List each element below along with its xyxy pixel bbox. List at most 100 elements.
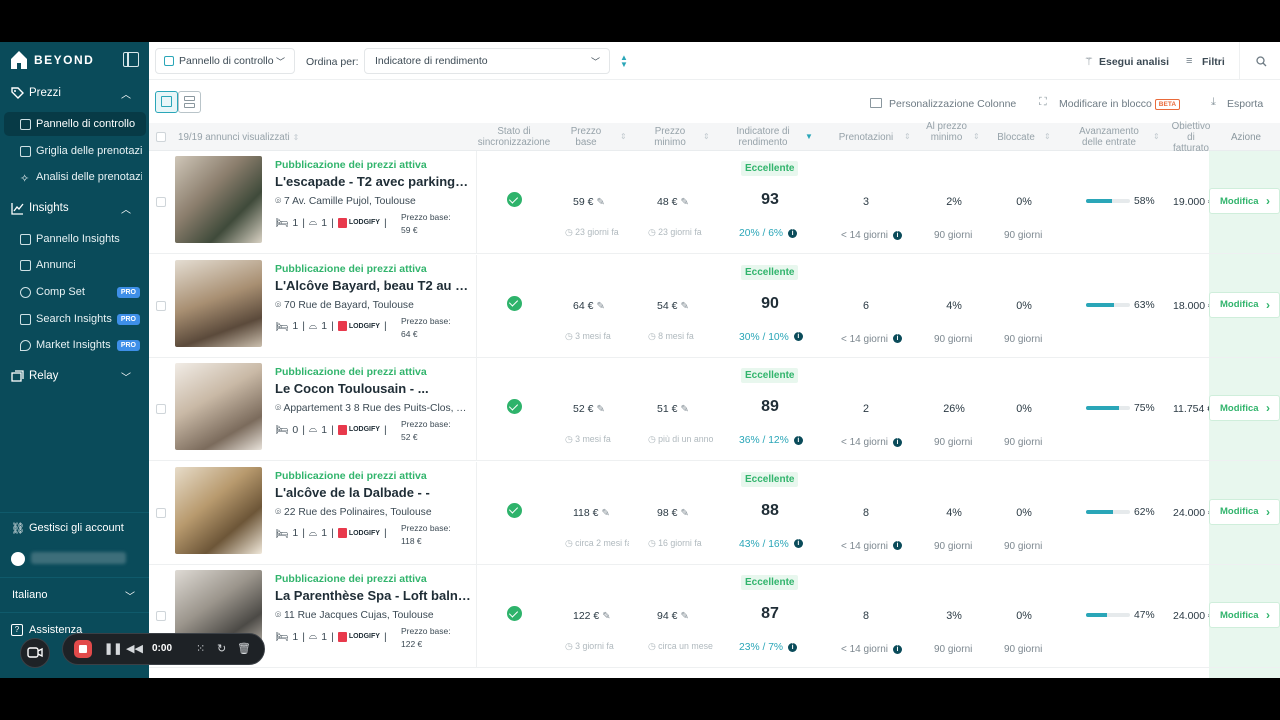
base-price[interactable]: 118 € ✎: [573, 507, 610, 519]
select-all-checkbox[interactable]: [156, 132, 166, 142]
sort-icon[interactable]: ⇕: [904, 132, 911, 141]
pencil-icon[interactable]: ✎: [680, 508, 688, 519]
sidebar-item-analisi[interactable]: ✧ Analisi delle prenotazioni: [4, 165, 146, 189]
restart-icon[interactable]: ↻: [217, 642, 226, 655]
row-checkbox[interactable]: [156, 611, 166, 621]
brand[interactable]: BEYOND: [10, 50, 94, 70]
min-price[interactable]: 94 € ✎: [657, 610, 689, 622]
pencil-icon[interactable]: ✎: [680, 404, 688, 415]
run-analysis-button[interactable]: Esegui analisi: [1099, 56, 1169, 68]
recorder-camera[interactable]: [20, 638, 50, 668]
pencil-icon[interactable]: ✎: [596, 404, 604, 415]
row-checkbox[interactable]: [156, 300, 166, 311]
edit-button[interactable]: Modifica: [1209, 498, 1280, 525]
sidebar-item-market-insights[interactable]: Market Insights PRO: [4, 333, 146, 357]
min-price[interactable]: 98 € ✎: [657, 507, 689, 519]
edit-button[interactable]: Modifica: [1209, 602, 1280, 628]
sort-select[interactable]: Indicatore di rendimento ﹀: [364, 48, 610, 74]
table-row[interactable]: Pubblicazione dei prezzi attiva Le Cocon…: [149, 358, 1280, 461]
trash-icon[interactable]: 🗑: [237, 642, 251, 655]
header-blocked[interactable]: Bloccate: [994, 132, 1038, 143]
table-row[interactable]: Pubblicazione dei prezzi attiva La Paren…: [149, 565, 1280, 668]
listing-photo[interactable]: [175, 363, 262, 450]
min-price[interactable]: 51 € ✎: [657, 403, 689, 415]
view-select[interactable]: Pannello di controllo ﹀: [155, 48, 295, 74]
table-view-button[interactable]: [155, 91, 178, 113]
header-base-price[interactable]: Prezzo base: [566, 126, 606, 148]
header-min-price[interactable]: Prezzo minimo: [650, 126, 690, 148]
info-icon[interactable]: i: [788, 228, 798, 238]
min-price[interactable]: 54 € ✎: [657, 300, 689, 312]
sidebar-item-annunci[interactable]: Annunci: [4, 253, 146, 277]
sidebar-item-search-insights[interactable]: Search Insights PRO: [4, 307, 146, 331]
listing-title[interactable]: La Parenthèse Spa - Loft balnéo: [275, 588, 471, 603]
language-select[interactable]: Italiano ﹀: [0, 587, 149, 603]
row-checkbox[interactable]: [156, 197, 166, 207]
info-icon[interactable]: i: [892, 644, 902, 654]
info-icon[interactable]: i: [892, 230, 902, 240]
sidebar-section-insights[interactable]: Insights ︿: [0, 196, 149, 220]
listing-photo[interactable]: [175, 466, 262, 554]
header-progress[interactable]: Avanzamento delle entrate: [1074, 126, 1144, 148]
header-performance[interactable]: Indicatore di rendimento: [728, 126, 798, 148]
edit-button[interactable]: Modifica: [1209, 291, 1280, 318]
sort-icon[interactable]: ⇕: [1044, 132, 1051, 141]
table-row[interactable]: Pubblicazione dei prezzi attiva L'escapa…: [149, 151, 1280, 254]
card-view-button[interactable]: [178, 91, 201, 113]
base-price[interactable]: 122 € ✎: [573, 610, 611, 622]
listing-photo[interactable]: [175, 156, 262, 243]
sidebar-section-relay[interactable]: Relay ﹀: [0, 364, 149, 388]
info-icon[interactable]: i: [793, 435, 803, 445]
header-bookings[interactable]: Prenotazioni: [835, 132, 897, 143]
info-icon[interactable]: i: [892, 334, 902, 344]
pencil-icon[interactable]: ✎: [680, 197, 688, 208]
sort-icon[interactable]: ⇕: [703, 132, 710, 141]
listing-title[interactable]: L'escapade - T2 avec parking - Hyper cen…: [275, 174, 471, 189]
sidebar-section-prezzi[interactable]: Prezzi ︿: [0, 81, 149, 105]
sidebar-item-pannello-insights[interactable]: Pannello Insights: [4, 227, 146, 251]
export-button[interactable]: Esporta: [1227, 98, 1263, 110]
listing-photo[interactable]: [175, 259, 262, 347]
listing-title[interactable]: Le Cocon Toulousain - ...: [275, 381, 471, 396]
info-icon[interactable]: i: [788, 642, 798, 652]
table-row[interactable]: Pubblicazione dei prezzi attiva L'Alcôve…: [149, 254, 1280, 358]
sidebar-item-griglia[interactable]: Griglia delle prenotazioni: [4, 139, 146, 163]
pencil-icon[interactable]: ✎: [602, 611, 610, 622]
table-row[interactable]: Pubblicazione dei prezzi attiva L'alcôve…: [149, 461, 1280, 565]
sort-icon[interactable]: ⇕: [1153, 132, 1160, 141]
grid-dots-icon[interactable]: ⁙: [196, 642, 205, 655]
avatar[interactable]: [11, 552, 25, 566]
base-price[interactable]: 64 € ✎: [573, 300, 605, 312]
sidebar-item-comp-set[interactable]: Comp Set PRO: [4, 280, 146, 304]
sort-direction-icon[interactable]: ▲ ▼: [620, 54, 628, 69]
sidebar-item-pannello-di-controllo[interactable]: Pannello di controllo: [4, 112, 146, 136]
header-at-min-price[interactable]: Al prezzo minimo: [924, 121, 969, 143]
manage-accounts-link[interactable]: ⛓ Gestisci gli account: [0, 520, 149, 536]
pencil-icon[interactable]: ✎: [596, 301, 604, 312]
info-icon[interactable]: i: [793, 332, 803, 342]
min-price[interactable]: 48 € ✎: [657, 196, 689, 208]
filters-button[interactable]: Filtri: [1202, 56, 1225, 68]
bulk-edit-button[interactable]: Modificare in blocco BETA: [1059, 98, 1181, 110]
pencil-icon[interactable]: ✎: [602, 508, 610, 519]
search-icon[interactable]: [1256, 56, 1267, 67]
sort-icon[interactable]: ⇕: [973, 132, 980, 141]
row-checkbox[interactable]: [156, 404, 166, 414]
edit-button[interactable]: Modifica: [1209, 395, 1280, 421]
pencil-icon[interactable]: ✎: [680, 301, 688, 312]
info-icon[interactable]: i: [892, 437, 902, 447]
sort-icon[interactable]: ⇕: [293, 132, 300, 143]
stop-record-button[interactable]: [74, 640, 92, 658]
info-icon[interactable]: i: [892, 541, 902, 551]
base-price[interactable]: 52 € ✎: [573, 403, 605, 415]
pencil-icon[interactable]: ✎: [596, 197, 604, 208]
sort-icon[interactable]: ⇕: [620, 132, 627, 141]
rewind-icon[interactable]: ◀◀: [126, 642, 143, 655]
listing-title[interactable]: L'alcôve de la Dalbade - -: [275, 485, 471, 500]
edit-button[interactable]: Modifica: [1209, 188, 1280, 214]
header-revenue-goal[interactable]: Obiettivo di fatturato: [1169, 121, 1213, 151]
listing-title[interactable]: L'Alcôve Bayard, beau T2 au cœur de Toul…: [275, 278, 471, 293]
sort-desc-icon[interactable]: ▼: [805, 132, 813, 141]
info-icon[interactable]: i: [793, 539, 803, 549]
customize-columns-button[interactable]: Personalizzazione Colonne: [889, 98, 1016, 110]
